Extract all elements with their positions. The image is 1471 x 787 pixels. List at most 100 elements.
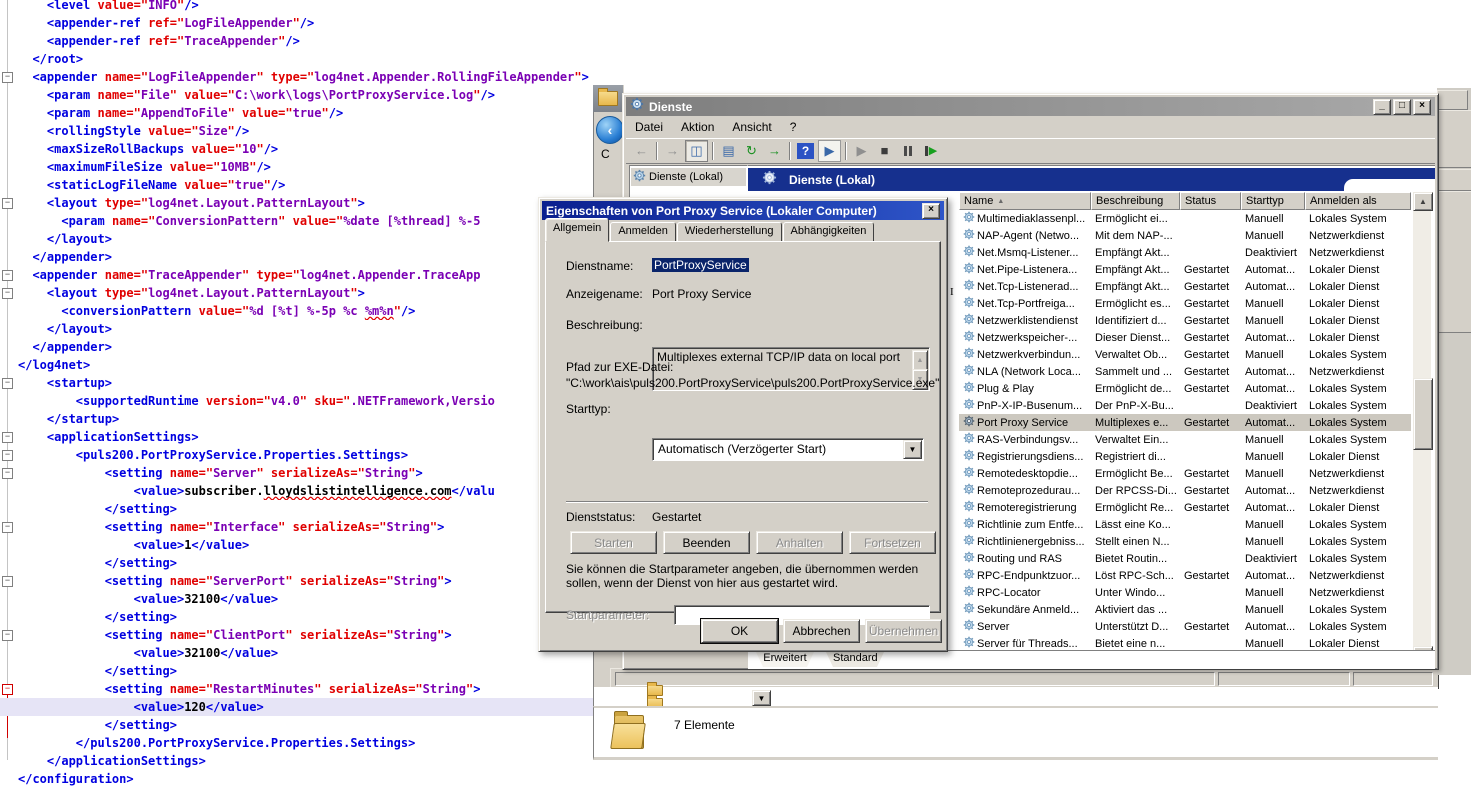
fold-toggle-icon[interactable]: − <box>2 450 13 461</box>
table-row[interactable]: NAP-Agent (Netwo...Mit dem NAP-...Manuel… <box>959 227 1411 244</box>
table-row[interactable]: Net.Tcp-Listenerad...Empfängt Akt...Gest… <box>959 278 1411 295</box>
code-line[interactable]: <param name="File" value="C:\work\logs\P… <box>0 86 612 104</box>
code-line[interactable]: <appender name="LogFileAppender" type="l… <box>0 68 612 86</box>
code-line[interactable]: <maximumFileSize value="10MB"/> <box>0 158 612 176</box>
column-header-anmeldenals[interactable]: Anmelden als <box>1305 192 1411 210</box>
table-row[interactable]: PnP-X-IP-Busenum...Der PnP-X-Bu...Deakti… <box>959 397 1411 414</box>
restart-service-icon[interactable]: ▶ <box>920 141 941 161</box>
code-line[interactable]: <appender name="TraceAppender" type="log… <box>0 266 612 284</box>
table-row[interactable]: Plug & PlayErmöglicht de...GestartetAuto… <box>959 380 1411 397</box>
code-line[interactable]: <param name="AppendToFile" value="true"/… <box>0 104 612 122</box>
tab-abhngigkeiten[interactable]: Abhängigkeiten <box>783 222 875 242</box>
tree-item-dienste-lokal[interactable]: Dienste (Lokal) <box>631 168 746 186</box>
fold-toggle-icon[interactable]: − <box>2 522 13 533</box>
table-row[interactable]: NetzwerklistendienstIdentifiziert d...Ge… <box>959 312 1411 329</box>
code-line[interactable]: <param name="ConversionPattern" value="%… <box>0 212 612 230</box>
beenden-button[interactable]: Beenden <box>663 531 750 554</box>
code-line[interactable]: <layout type="log4net.Layout.PatternLayo… <box>0 284 612 302</box>
extended-view-icon[interactable]: ▶ <box>818 140 841 162</box>
scrollbar-thumb[interactable] <box>1413 378 1433 450</box>
tab-anmelden[interactable]: Anmelden <box>610 222 676 242</box>
start-service-icon[interactable]: ▶ <box>851 141 872 161</box>
code-line[interactable]: </setting> <box>0 662 612 680</box>
column-header-starttyp[interactable]: Starttyp <box>1241 192 1305 210</box>
table-row[interactable]: Sekundäre Anmeld...Aktiviert das ...Manu… <box>959 601 1411 618</box>
minimize-button[interactable]: _ <box>1373 99 1391 115</box>
abbrechen-button[interactable]: Abbrechen <box>783 619 860 643</box>
table-row[interactable]: NLA (Network Loca...Sammelt und ...Gesta… <box>959 363 1411 380</box>
table-row[interactable]: Richtlinie zum Entfe...Lässt eine Ko...M… <box>959 516 1411 533</box>
scroll-up-button[interactable]: ▲ <box>1413 192 1433 211</box>
fold-toggle-icon[interactable]: − <box>2 576 13 587</box>
table-row[interactable]: Netzwerkspeicher-...Dieser Dienst...Gest… <box>959 329 1411 346</box>
code-line[interactable]: <maxSizeRollBackups value="10"/> <box>0 140 612 158</box>
code-line[interactable]: </log4net> <box>0 356 612 374</box>
code-line[interactable]: <applicationSettings> <box>0 428 612 446</box>
table-row[interactable]: RPC-LocatorUnter Windo...ManuellNetzwerk… <box>959 584 1411 601</box>
code-line[interactable]: <layout type="log4net.Layout.PatternLayo… <box>0 194 612 212</box>
table-row[interactable]: Port Proxy ServiceMultiplexes e...Gestar… <box>959 414 1411 431</box>
dialog-close-button[interactable]: × <box>922 203 940 219</box>
menu-item-2[interactable]: Ansicht <box>723 118 780 136</box>
menu-item-3[interactable]: ? <box>781 118 806 136</box>
tab-allgemein[interactable]: Allgemein <box>545 218 609 242</box>
forward-icon[interactable]: → <box>662 141 683 161</box>
menu-item-1[interactable]: Aktion <box>672 118 723 136</box>
code-line[interactable]: <appender-ref ref="LogFileAppender"/> <box>0 14 612 32</box>
table-row[interactable]: Remoteprozedurau...Der RPCSS-Di...Gestar… <box>959 482 1411 499</box>
ok-button[interactable]: OK <box>701 619 778 643</box>
dienstname-value[interactable]: PortProxyService <box>652 258 749 272</box>
fold-toggle-icon[interactable]: − <box>2 468 13 479</box>
code-line[interactable]: </layout> <box>0 320 612 338</box>
code-line[interactable]: <setting name="RestartMinutes" serialize… <box>0 680 612 698</box>
code-area[interactable]: <level value="INFO"/> <appender-ref ref=… <box>0 0 612 787</box>
code-line[interactable]: <setting name="Server" serializeAs="Stri… <box>0 464 612 482</box>
table-row[interactable]: RemoteregistrierungErmöglicht Re...Gesta… <box>959 499 1411 516</box>
export-list-icon[interactable]: → <box>764 141 785 161</box>
table-row[interactable]: RPC-Endpunktzuor...Löst RPC-Sch...Gestar… <box>959 567 1411 584</box>
code-line[interactable]: </configuration> <box>0 770 612 787</box>
code-line[interactable]: <supportedRuntime version="v4.0" sku=".N… <box>0 392 612 410</box>
table-row[interactable]: Net.Tcp-Portfreiga...Ermöglicht es...Ges… <box>959 295 1411 312</box>
refresh-icon[interactable]: ↻ <box>741 141 762 161</box>
menu-item-0[interactable]: Datei <box>626 118 672 136</box>
code-line[interactable]: <level value="INFO"/> <box>0 0 612 14</box>
code-line[interactable]: </appender> <box>0 338 612 356</box>
code-line[interactable]: <startup> <box>0 374 612 392</box>
table-row[interactable]: Net.Pipe-Listenera...Empfängt Akt...Gest… <box>959 261 1411 278</box>
code-editor[interactable]: <level value="INFO"/> <appender-ref ref=… <box>0 0 612 787</box>
table-row[interactable]: Netzwerkverbindun...Verwaltet Ob...Gesta… <box>959 346 1411 363</box>
code-line[interactable]: </applicationSettings> <box>0 752 612 770</box>
code-line[interactable]: <setting name="Interface" serializeAs="S… <box>0 518 612 536</box>
code-line[interactable]: </setting> <box>0 500 612 518</box>
table-row[interactable]: Multimediaklassenpl...Ermöglicht ei...Ma… <box>959 210 1411 227</box>
code-line[interactable]: </startup> <box>0 410 612 428</box>
close-button[interactable]: × <box>1413 99 1431 115</box>
code-line[interactable]: </setting> <box>0 608 612 626</box>
code-line[interactable]: <appender-ref ref="TraceAppender"/> <box>0 32 612 50</box>
code-line[interactable]: </root> <box>0 50 612 68</box>
dropdown-button[interactable]: ▼ <box>752 690 771 706</box>
fold-toggle-icon[interactable]: − <box>2 72 13 83</box>
code-line[interactable]: </setting> <box>0 716 612 734</box>
table-row[interactable]: ServerUnterstützt D...GestartetAutomat..… <box>959 618 1411 635</box>
code-line[interactable]: <value>32100</value> <box>0 644 612 662</box>
fold-toggle-icon[interactable]: − <box>2 270 13 281</box>
help-icon[interactable]: ? <box>797 143 814 159</box>
view-tab-erweitert[interactable]: Erweitert <box>756 652 814 667</box>
code-line[interactable]: <value>1</value> <box>0 536 612 554</box>
code-line[interactable]: <conversionPattern value="%d [%t] %-5p %… <box>0 302 612 320</box>
table-row[interactable]: Net.Msmq-Listener...Empfängt Akt...Deakt… <box>959 244 1411 261</box>
code-line[interactable]: </setting> <box>0 554 612 572</box>
properties-icon[interactable]: ▤ <box>718 141 739 161</box>
code-line[interactable]: <value>32100</value> <box>0 590 612 608</box>
fold-toggle-icon[interactable]: − <box>2 432 13 443</box>
services-titlebar[interactable]: Dienste _□× <box>626 97 1435 116</box>
table-row[interactable]: Server für Threads...Bietet eine n...Man… <box>959 635 1411 650</box>
explorer-back-button[interactable]: ‹ <box>596 116 624 144</box>
vertical-scrollbar[interactable]: ▲ ▼ <box>1413 192 1431 663</box>
code-line[interactable]: </appender> <box>0 248 612 266</box>
fold-toggle-icon[interactable]: − <box>2 198 13 209</box>
table-row[interactable]: Remotedesktopdie...Ermöglicht Be...Gesta… <box>959 465 1411 482</box>
code-line[interactable]: <staticLogFileName value="true"/> <box>0 176 612 194</box>
